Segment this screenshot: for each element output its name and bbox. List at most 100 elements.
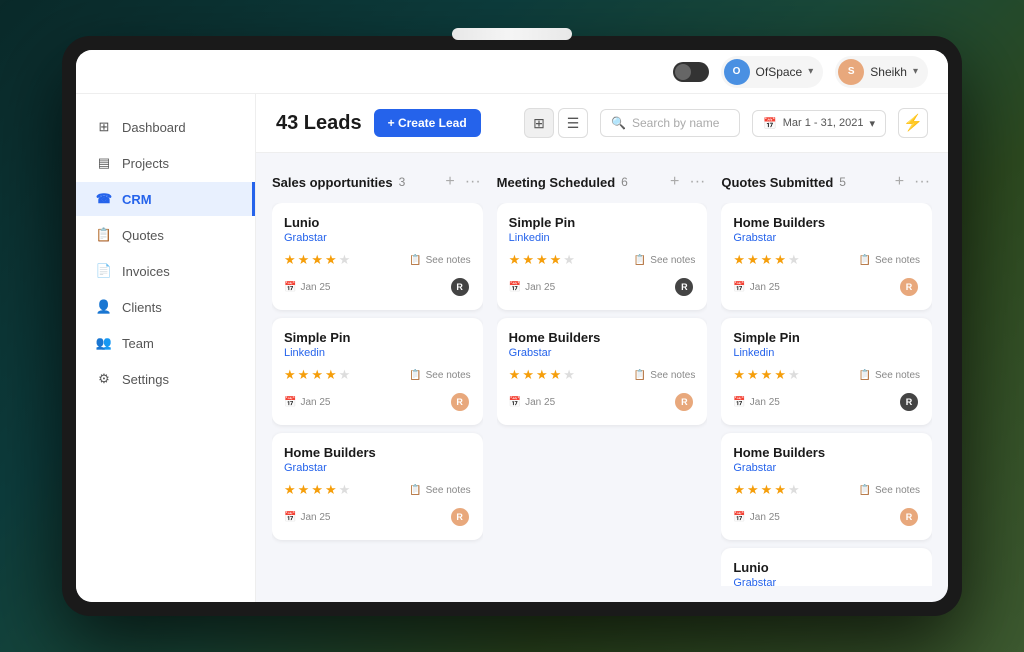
card-date: 📅 Jan 25 (284, 282, 330, 293)
sidebar-item-team[interactable]: 👥 Team (76, 326, 255, 360)
user-chevron-icon: ▾ (913, 66, 918, 77)
card-lunio-1[interactable]: Lunio Grabstar ★ ★ ★ ★ ★ (272, 203, 483, 310)
card-simplepin-2[interactable]: Simple Pin Linkedin ★ ★ ★ ★ ★ (497, 203, 708, 310)
card-date: 📅 Jan 25 (509, 397, 555, 408)
column-sales-cards: Lunio Grabstar ★ ★ ★ ★ ★ (272, 203, 483, 586)
card-subtitle: Linkedin (733, 347, 920, 359)
card-simplepin-1[interactable]: Simple Pin Linkedin ★ ★ ★ ★ ★ (272, 318, 483, 425)
card-title: Home Builders (284, 445, 471, 460)
calendar-icon: 📅 (733, 397, 745, 408)
kanban-board: Sales opportunities 3 + ··· Lunio Grabst… (256, 153, 948, 602)
card-date: 📅 Jan 25 (733, 512, 779, 523)
see-notes[interactable]: 📋 See notes (859, 370, 921, 381)
calendar-icon: 📅 (733, 512, 745, 523)
see-notes[interactable]: 📋 See notes (634, 370, 696, 381)
sidebar-item-quotes[interactable]: 📋 Quotes (76, 218, 255, 252)
content-header: 43 Leads + Create Lead ⊞ ☰ 🔍 (256, 94, 948, 153)
card-footer: 📅 Jan 25 R (733, 391, 920, 413)
crm-icon: ☎ (96, 191, 112, 207)
date-label: Jan 25 (300, 282, 330, 293)
workspace-pill[interactable]: O OfSpace ▾ (721, 56, 824, 88)
sidebar-item-settings[interactable]: ⚙ Settings (76, 362, 255, 396)
column-meeting-add-button[interactable]: + (668, 173, 681, 191)
dashboard-icon: ⊞ (96, 119, 112, 135)
card-homebuilders-1[interactable]: Home Builders Grabstar ★ ★ ★ ★ ★ (272, 433, 483, 540)
column-sales-menu-button[interactable]: ··· (463, 173, 483, 191)
sidebar-item-projects[interactable]: ▤ Projects (76, 146, 255, 180)
card-lunio-2[interactable]: Lunio Grabstar ★ ★ ★ ★ ★ (721, 548, 932, 586)
card-title: Lunio (733, 560, 920, 575)
page-title: 43 Leads (276, 112, 362, 135)
sidebar-item-invoices[interactable]: 📄 Invoices (76, 254, 255, 288)
create-lead-button[interactable]: + Create Lead (374, 109, 481, 137)
card-homebuilders-2[interactable]: Home Builders Grabstar ★ ★ ★ ★ ★ (497, 318, 708, 425)
card-avatar: R (898, 506, 920, 528)
card-footer: 📅 Jan 25 R (509, 276, 696, 298)
date-filter[interactable]: 📅 Mar 1 - 31, 2021 ▾ (752, 110, 886, 137)
card-row: ★ ★ ★ ★ ★ 📋 See notes (284, 367, 471, 383)
card-date: 📅 Jan 25 (733, 397, 779, 408)
card-avatar: R (449, 391, 471, 413)
user-name: Sheikh (870, 65, 907, 79)
sidebar-label-dashboard: Dashboard (122, 120, 186, 135)
notes-icon: 📋 (409, 485, 421, 496)
card-subtitle: Grabstar (284, 232, 471, 244)
card-title: Home Builders (509, 330, 696, 345)
card-stars: ★ ★ ★ ★ ★ (284, 367, 350, 383)
invoices-icon: 📄 (96, 263, 112, 279)
card-stars: ★ ★ ★ ★ ★ (284, 252, 350, 268)
see-notes[interactable]: 📋 See notes (409, 370, 471, 381)
column-quotes-menu-button[interactable]: ··· (912, 173, 932, 191)
dark-mode-toggle[interactable] (673, 62, 709, 82)
card-subtitle: Grabstar (733, 462, 920, 474)
column-quotes: Quotes Submitted 5 + ··· Home Builders G… (721, 169, 932, 586)
card-footer: 📅 Jan 25 R (733, 276, 920, 298)
column-sales-actions: + ··· (443, 173, 482, 191)
see-notes[interactable]: 📋 See notes (859, 485, 921, 496)
column-sales-add-button[interactable]: + (443, 173, 456, 191)
calendar-icon: 📅 (509, 282, 521, 293)
column-meeting-header: Meeting Scheduled 6 + ··· (497, 169, 708, 195)
star-3: ★ (311, 252, 323, 268)
pencil-decoration (452, 28, 572, 40)
column-meeting-actions: + ··· (668, 173, 707, 191)
card-row: ★ ★ ★ ★ ★ 📋 See notes (733, 252, 920, 268)
grid-view-button[interactable]: ⊞ (524, 108, 554, 138)
card-avatar: R (449, 276, 471, 298)
calendar-icon: 📅 (763, 117, 777, 130)
sidebar-item-clients[interactable]: 👤 Clients (76, 290, 255, 324)
calendar-icon: 📅 (509, 397, 521, 408)
card-row: ★ ★ ★ ★ ★ 📋 See notes (509, 367, 696, 383)
see-notes[interactable]: 📋 See notes (409, 485, 471, 496)
tablet-screen: O OfSpace ▾ S Sheikh ▾ ⊞ Dashboard ▤ Pro… (76, 50, 948, 602)
list-view-button[interactable]: ☰ (558, 108, 588, 138)
sidebar-label-quotes: Quotes (122, 228, 164, 243)
card-homebuilders-4[interactable]: Home Builders Grabstar ★ ★ ★ ★ ★ (721, 433, 932, 540)
card-simplepin-3[interactable]: Simple Pin Linkedin ★ ★ ★ ★ ★ (721, 318, 932, 425)
quotes-icon: 📋 (96, 227, 112, 243)
sidebar-item-crm[interactable]: ☎ CRM (76, 182, 255, 216)
user-pill[interactable]: S Sheikh ▾ (835, 56, 928, 88)
date-chevron-icon: ▾ (869, 117, 875, 130)
toggle-knob (675, 64, 691, 80)
calendar-icon: 📅 (284, 512, 296, 523)
column-quotes-add-button[interactable]: + (893, 173, 906, 191)
card-date: 📅 Jan 25 (284, 397, 330, 408)
card-row: ★ ★ ★ ★ ★ 📋 See notes (284, 482, 471, 498)
see-notes[interactable]: 📋 See notes (409, 255, 471, 266)
search-placeholder: Search by name (632, 116, 719, 130)
card-subtitle: Linkedin (284, 347, 471, 359)
card-avatar: R (898, 276, 920, 298)
see-notes[interactable]: 📋 See notes (859, 255, 921, 266)
sidebar-label-team: Team (122, 336, 154, 351)
filter-button[interactable]: ⚡ (898, 108, 928, 138)
search-box[interactable]: 🔍 Search by name (600, 109, 740, 137)
column-sales: Sales opportunities 3 + ··· Lunio Grabst… (272, 169, 483, 586)
sidebar: ⊞ Dashboard ▤ Projects ☎ CRM 📋 Quotes 📄 (76, 94, 256, 602)
sidebar-item-dashboard[interactable]: ⊞ Dashboard (76, 110, 255, 144)
projects-icon: ▤ (96, 155, 112, 171)
column-meeting-menu-button[interactable]: ··· (687, 173, 707, 191)
card-homebuilders-3[interactable]: Home Builders Grabstar ★ ★ ★ ★ ★ (721, 203, 932, 310)
see-notes[interactable]: 📋 See notes (634, 255, 696, 266)
sidebar-label-clients: Clients (122, 300, 162, 315)
